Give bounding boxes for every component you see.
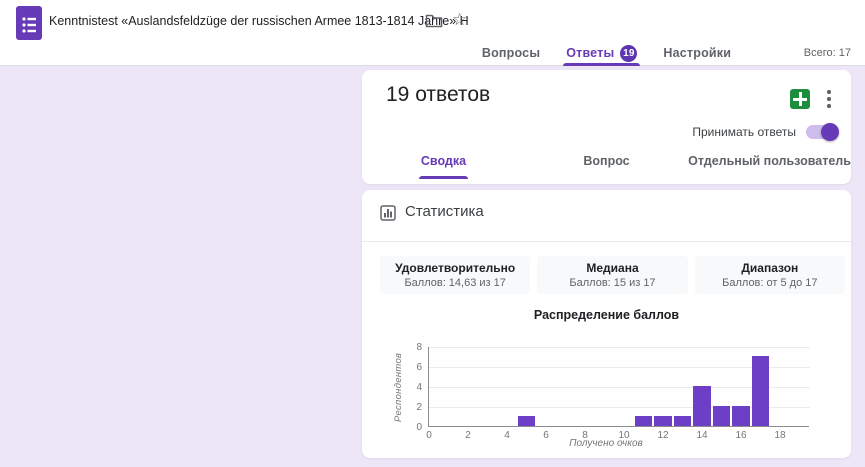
stat-median-value: Баллов: 15 из 17 [569, 277, 655, 289]
chart-x-axis-label: Получено очков [428, 438, 784, 449]
bar-score-14 [693, 386, 711, 426]
tab-questions[interactable]: Вопросы [482, 40, 540, 66]
more-options-icon[interactable] [820, 88, 838, 110]
score-distribution-chart: 02468024681012141618 [428, 347, 809, 427]
responses-card: 19 ответов Принимать ответы Сводка Вопро… [362, 70, 851, 184]
google-forms-responses-page: Kenntnistest «Auslandsfeldzüge der russi… [0, 0, 865, 467]
bar-score-13 [674, 416, 692, 426]
stat-box-range: Диапазон Баллов: от 5 до 17 [695, 256, 845, 294]
y-tick-label: 4 [404, 382, 422, 393]
google-forms-icon[interactable] [16, 6, 42, 40]
stat-range-label: Диапазон [741, 261, 798, 275]
total-points-label: Всего: 17 [804, 47, 851, 59]
toggle-thumb [821, 123, 839, 141]
create-spreadsheet-icon[interactable] [790, 89, 810, 109]
y-tick-label: 2 [404, 402, 422, 413]
tab-answers[interactable]: Ответы 19 [566, 40, 637, 66]
tab-question[interactable]: Вопрос [525, 140, 688, 184]
tab-individual[interactable]: Отдельный пользователь [688, 140, 851, 184]
stat-median-label: Медиана [586, 261, 638, 275]
star-icon[interactable]: ☆ [452, 9, 467, 31]
tab-summary-label: Сводка [421, 154, 466, 170]
y-tick-label: 6 [404, 362, 422, 373]
tab-summary[interactable]: Сводка [362, 140, 525, 184]
accepting-responses-toggle[interactable] [806, 125, 838, 139]
bar-score-5 [518, 416, 536, 426]
form-title[interactable]: Kenntnistest «Auslandsfeldzüge der russi… [49, 14, 469, 28]
statistics-card: Статистика Удовлетворительно Баллов: 14,… [362, 190, 851, 458]
tab-settings-label: Настройки [663, 46, 731, 60]
bar-chart-icon [380, 205, 396, 221]
responses-count-badge: 19 [620, 45, 637, 62]
bar-score-12 [654, 416, 672, 426]
statistics-title: Статистика [405, 203, 484, 220]
responses-view-tabs: Сводка Вопрос Отдельный пользователь [362, 140, 851, 184]
bar-score-15 [713, 406, 731, 426]
tab-answers-label: Ответы [566, 46, 614, 60]
accepting-responses-row: Принимать ответы [692, 125, 838, 139]
gridline [429, 347, 810, 348]
bar-score-17 [752, 356, 770, 426]
move-to-folder-icon[interactable] [425, 13, 443, 29]
bar-score-11 [635, 416, 653, 426]
accepting-responses-label: Принимать ответы [692, 125, 796, 139]
stat-average-value: Баллов: 14,63 из 17 [404, 277, 505, 289]
stat-box-median: Медиана Баллов: 15 из 17 [537, 256, 687, 294]
chart-title: Распределение баллов [362, 308, 851, 322]
tab-question-label: Вопрос [583, 154, 629, 170]
tab-individual-label: Отдельный пользователь [688, 154, 851, 170]
responses-count-title: 19 ответов [386, 83, 490, 107]
stat-average-label: Удовлетворительно [395, 261, 515, 275]
header-tabs: Вопросы Ответы 19 Настройки [362, 40, 851, 66]
divider [362, 241, 851, 242]
stat-range-value: Баллов: от 5 до 17 [722, 277, 817, 289]
app-header: Kenntnistest «Auslandsfeldzüge der russi… [0, 0, 865, 66]
stat-boxes: Удовлетворительно Баллов: 14,63 из 17 Ме… [380, 256, 845, 294]
bar-score-16 [732, 406, 750, 426]
tab-questions-label: Вопросы [482, 46, 540, 60]
stat-box-average: Удовлетворительно Баллов: 14,63 из 17 [380, 256, 530, 294]
y-tick-label: 8 [404, 342, 422, 353]
tab-settings[interactable]: Настройки [663, 40, 731, 66]
